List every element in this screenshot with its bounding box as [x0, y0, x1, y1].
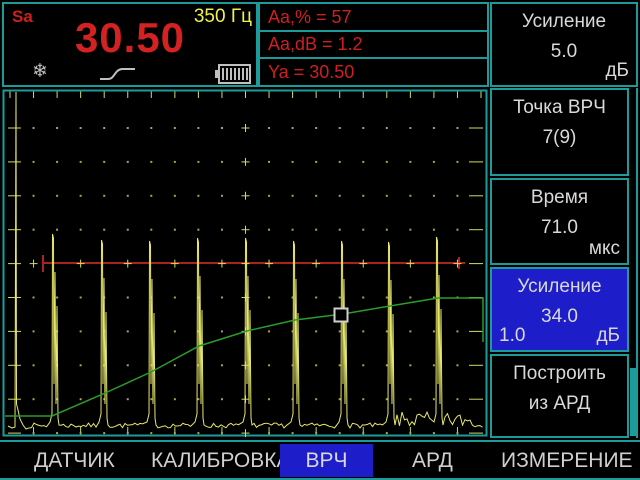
- param-scrollbar-thumb[interactable]: [630, 368, 636, 436]
- param-label: Построить: [492, 363, 627, 385]
- menu-tab-dgs[interactable]: АРД: [412, 449, 453, 473]
- device-screen: Sa 350 Гц 30.50 ❄ Aa,% = 57 Aa,dB = 1.2: [0, 0, 640, 480]
- param-value: 7(9): [492, 127, 627, 149]
- param-value: из АРД: [492, 393, 627, 415]
- reading-depth: Ya = 30.50: [258, 57, 489, 87]
- tvg-point-marker: [335, 309, 348, 322]
- param-label: Усиление: [492, 11, 636, 33]
- param-unit: дБ: [596, 325, 620, 347]
- menu-tab-measurement[interactable]: ИЗМЕРЕНИЕ: [501, 449, 633, 473]
- param-build-from-dgs[interactable]: Построить из АРД: [490, 354, 629, 438]
- tvg-curve-icon: [98, 66, 138, 87]
- param-step: 1.0: [499, 325, 525, 347]
- reading-amplitude-percent: Aa,% = 57: [258, 2, 489, 32]
- param-unit: дБ: [605, 60, 629, 82]
- menu-tab-tvg-active[interactable]: ВРЧ: [280, 444, 373, 477]
- main-menu-bar: ДАТЧИК КАЛИБРОВКА ВРЧ АРД ИЗМЕРЕНИЕ: [0, 440, 640, 480]
- main-measurement-value: 30.50: [50, 14, 210, 62]
- param-tvg-point[interactable]: Точка ВРЧ 7(9): [490, 88, 629, 176]
- param-point-gain-selected[interactable]: Усиление 34.0 1.0 дБ: [490, 267, 629, 352]
- param-unit: мкс: [589, 238, 620, 260]
- param-time[interactable]: Время 71.0 мкс: [490, 178, 629, 265]
- param-label: Время: [492, 187, 627, 209]
- mode-label: Sa: [12, 7, 33, 27]
- param-value: 71.0: [492, 217, 627, 239]
- param-label: Усиление: [492, 276, 627, 298]
- a-scan-plot: [0, 88, 492, 440]
- menu-tab-probe[interactable]: ДАТЧИК: [34, 449, 115, 473]
- freeze-icon: ❄: [32, 60, 48, 83]
- menu-tab-calibration[interactable]: КАЛИБРОВКА: [151, 449, 290, 473]
- battery-icon: [214, 63, 252, 90]
- measurement-header: Sa 350 Гц 30.50 ❄: [2, 2, 258, 87]
- param-gain[interactable]: Усиление 5.0 дБ: [490, 2, 638, 87]
- param-label: Точка ВРЧ: [492, 97, 627, 119]
- reading-amplitude-db: Aa,dB = 1.2: [258, 30, 489, 59]
